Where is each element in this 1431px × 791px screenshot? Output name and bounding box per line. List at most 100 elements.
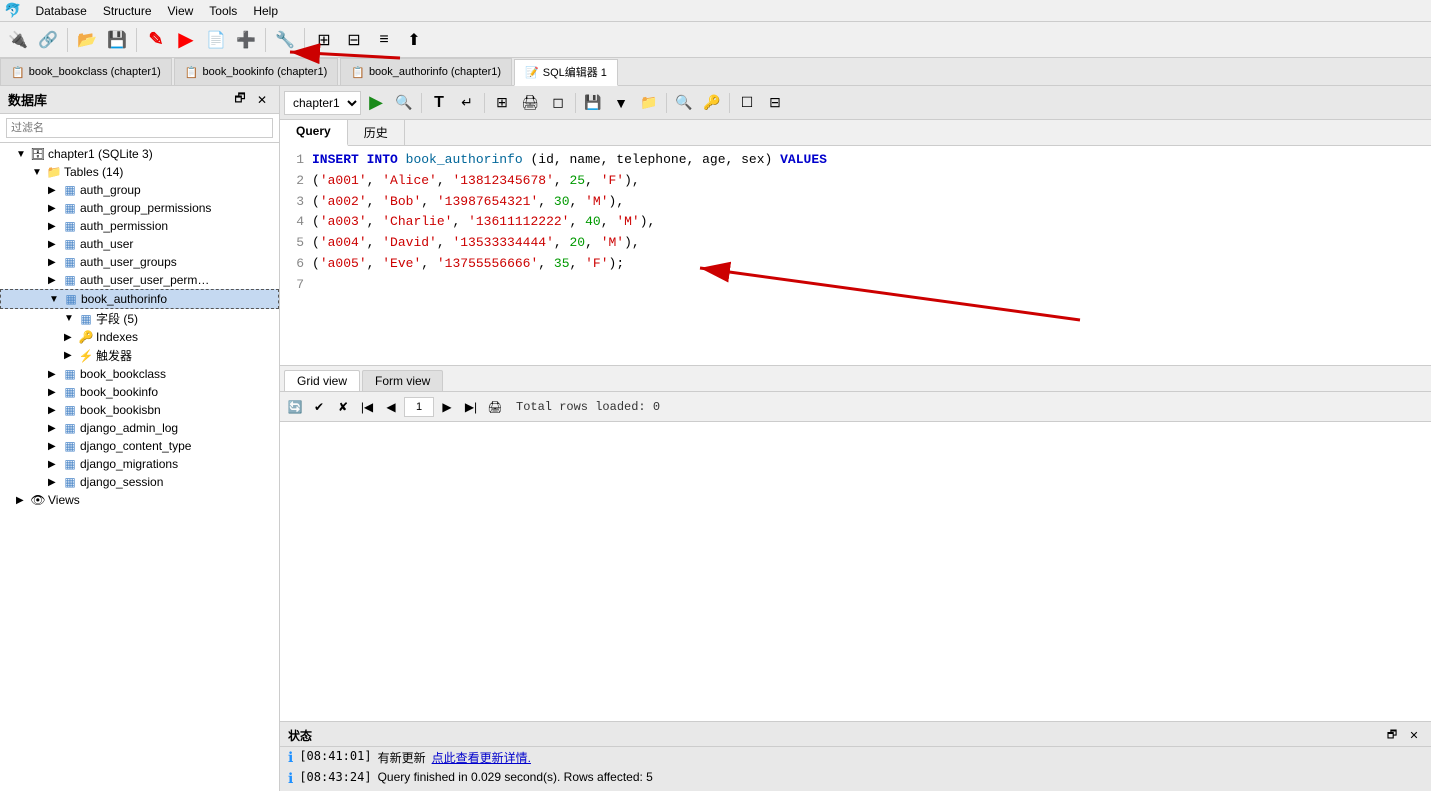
expand-arrow[interactable]: ▶ xyxy=(64,350,78,361)
text-format-btn[interactable]: T xyxy=(426,90,452,116)
grid-btn[interactable]: ⊞ xyxy=(310,26,338,54)
tab-grid-view[interactable]: Grid view xyxy=(284,370,360,391)
tree-item-django-session[interactable]: ▶ ▦ django_session xyxy=(0,473,279,491)
open-file-btn[interactable]: 📂 xyxy=(73,26,101,54)
menu-help[interactable]: Help xyxy=(245,2,286,20)
expand-arrow[interactable]: ▶ xyxy=(48,257,62,268)
menu-database[interactable]: Database xyxy=(27,2,94,20)
expand-arrow[interactable]: ▶ xyxy=(48,275,62,286)
tree-item-auth-group-perm[interactable]: ▶ ▦ auth_group_permissions xyxy=(0,199,279,217)
expand-arrow[interactable]: ▶ xyxy=(48,369,62,380)
export-btn[interactable]: ⬆ xyxy=(400,26,428,54)
tree-label-book-authorinfo: book_authorinfo xyxy=(81,292,167,306)
expand-arrow[interactable]: ▶ xyxy=(48,477,62,488)
expand-arrow[interactable]: ▶ xyxy=(64,332,78,343)
tab-sql-editor[interactable]: 📝 SQL编辑器 1 xyxy=(514,59,618,86)
status-link-1[interactable]: 点此查看更新详情. xyxy=(432,749,531,766)
expand-arrow[interactable]: ▶ xyxy=(48,441,62,452)
open-query-btn[interactable]: 📁 xyxy=(636,90,662,116)
refresh-grid-btn[interactable]: 🔄 xyxy=(284,396,306,418)
tree-item-fields[interactable]: ▼ ▦ 字段 (5) xyxy=(0,309,279,328)
tree-item-book-bookinfo[interactable]: ▶ ▦ book_bookinfo xyxy=(0,383,279,401)
explain-btn[interactable]: 🔍 xyxy=(391,90,417,116)
restore-status-btn[interactable]: 🗗 xyxy=(1383,726,1401,744)
page-number[interactable] xyxy=(404,397,434,417)
expand-arrow[interactable]: ▶ xyxy=(16,495,30,506)
tree-item-django-content[interactable]: ▶ ▦ django_content_type xyxy=(0,437,279,455)
expand-arrow[interactable]: ▶ xyxy=(48,423,62,434)
run-query-btn[interactable]: ▶ xyxy=(363,90,389,116)
tree-item-django-admin[interactable]: ▶ ▦ django_admin_log xyxy=(0,419,279,437)
tab-icon-3: 📋 xyxy=(351,66,365,79)
save-file-btn[interactable]: 💾 xyxy=(103,26,131,54)
view-tabs: Grid view Form view xyxy=(280,366,1431,392)
discard-btn[interactable]: ✘ xyxy=(332,396,354,418)
menu-structure[interactable]: Structure xyxy=(95,2,160,20)
expand-arrow[interactable]: ▼ xyxy=(16,149,30,160)
expand-arrow[interactable]: ▶ xyxy=(48,405,62,416)
tab-book-bookclass[interactable]: 📋 book_bookclass (chapter1) xyxy=(0,58,172,85)
replace-btn[interactable]: 🔑 xyxy=(699,90,725,116)
expand-arrow[interactable]: ▶ xyxy=(48,185,62,196)
columns-btn[interactable]: ⊟ xyxy=(340,26,368,54)
expand-arrow[interactable]: ▶ xyxy=(48,387,62,398)
close-status-btn[interactable]: ✕ xyxy=(1405,726,1423,744)
filter-input[interactable] xyxy=(6,118,273,138)
first-row-btn[interactable]: |◀ xyxy=(356,396,378,418)
tree-item-book-authorinfo[interactable]: ▼ ▦ book_authorinfo xyxy=(0,289,279,309)
clear-btn[interactable]: ☐ xyxy=(734,90,760,116)
wrap-btn[interactable]: ↵ xyxy=(454,90,480,116)
tree-item-indexes[interactable]: ▶ 🔑 Indexes xyxy=(0,328,279,346)
tree-item-auth-group[interactable]: ▶ ▦ auth_group xyxy=(0,181,279,199)
tree-item-auth-user-user-perm[interactable]: ▶ ▦ auth_user_user_perm… xyxy=(0,271,279,289)
tree-item-triggers[interactable]: ▶ ⚡ 触发器 xyxy=(0,346,279,365)
tab-form-view[interactable]: Form view xyxy=(362,370,443,391)
tree-item-tables[interactable]: ▼ 📁 Tables (14) xyxy=(0,163,279,181)
search-btn[interactable]: 🔍 xyxy=(671,90,697,116)
tab-book-authorinfo[interactable]: 📋 book_authorinfo (chapter1) xyxy=(340,58,512,85)
last-row-btn[interactable]: ▶| xyxy=(460,396,482,418)
expand-arrow[interactable]: ▶ xyxy=(48,239,62,250)
expand-arrow[interactable]: ▶ xyxy=(48,203,62,214)
new-connection-btn[interactable]: 🔌 xyxy=(4,26,32,54)
line-num-5: 5 xyxy=(284,233,304,254)
split-v-btn[interactable]: ⊟ xyxy=(762,90,788,116)
schema-btn[interactable]: ◻ xyxy=(545,90,571,116)
print-btn[interactable]: 🖨 xyxy=(517,90,543,116)
expand-arrow[interactable]: ▼ xyxy=(32,167,46,178)
menu-tools[interactable]: Tools xyxy=(201,2,245,20)
tab-query[interactable]: Query xyxy=(280,120,348,146)
save-query-btn[interactable]: 💾 xyxy=(580,90,606,116)
wrench-btn[interactable]: 🔧 xyxy=(271,26,299,54)
close-sidebar-btn[interactable]: ✕ xyxy=(253,91,271,109)
browse-data-btn[interactable]: ✎ xyxy=(142,26,170,54)
expand-arrow[interactable]: ▶ xyxy=(48,221,62,232)
tab-book-bookinfo[interactable]: 📋 book_bookinfo (chapter1) xyxy=(174,58,338,85)
expand-arrow[interactable]: ▼ xyxy=(64,313,78,324)
apply-btn[interactable]: ✔ xyxy=(308,396,330,418)
expand-arrow[interactable]: ▼ xyxy=(49,294,63,305)
tree-item-book-bookclass[interactable]: ▶ ▦ book_bookclass xyxy=(0,365,279,383)
tree-item-auth-user-groups[interactable]: ▶ ▦ auth_user_groups xyxy=(0,253,279,271)
tree-item-auth-permission[interactable]: ▶ ▦ auth_permission xyxy=(0,217,279,235)
tab-history[interactable]: 历史 xyxy=(348,120,405,145)
disconnect-btn[interactable]: 🔗 xyxy=(34,26,62,54)
tree-item-book-bookisbn[interactable]: ▶ ▦ book_bookisbn xyxy=(0,401,279,419)
tree-item-auth-user[interactable]: ▶ ▦ auth_user xyxy=(0,235,279,253)
insert-btn[interactable]: ➕ xyxy=(232,26,260,54)
prev-row-btn[interactable]: ◀ xyxy=(380,396,402,418)
next-row-btn[interactable]: ▶ xyxy=(436,396,458,418)
print-grid-btn[interactable]: 🖨 xyxy=(484,396,506,418)
code-editor[interactable]: 1 INSERT INTO book_authorinfo (id, name,… xyxy=(280,146,1431,366)
rows-btn[interactable]: ≡ xyxy=(370,26,398,54)
tree-item-django-migrations[interactable]: ▶ ▦ django_migrations xyxy=(0,455,279,473)
expand-arrow[interactable]: ▶ xyxy=(48,459,62,470)
menu-view[interactable]: View xyxy=(160,2,202,20)
split-h-btn[interactable]: ⊞ xyxy=(489,90,515,116)
db-selector[interactable]: chapter1 xyxy=(284,91,361,115)
tree-item-chapter1[interactable]: ▼ 🗄 chapter1 (SQLite 3) xyxy=(0,145,279,163)
restore-sidebar-btn[interactable]: 🗗 xyxy=(231,91,249,109)
tree-item-views[interactable]: ▶ 👁 Views xyxy=(0,491,279,509)
save-dropdown-btn[interactable]: ▼ xyxy=(608,90,634,116)
table-def-btn[interactable]: 📄 xyxy=(202,26,230,54)
